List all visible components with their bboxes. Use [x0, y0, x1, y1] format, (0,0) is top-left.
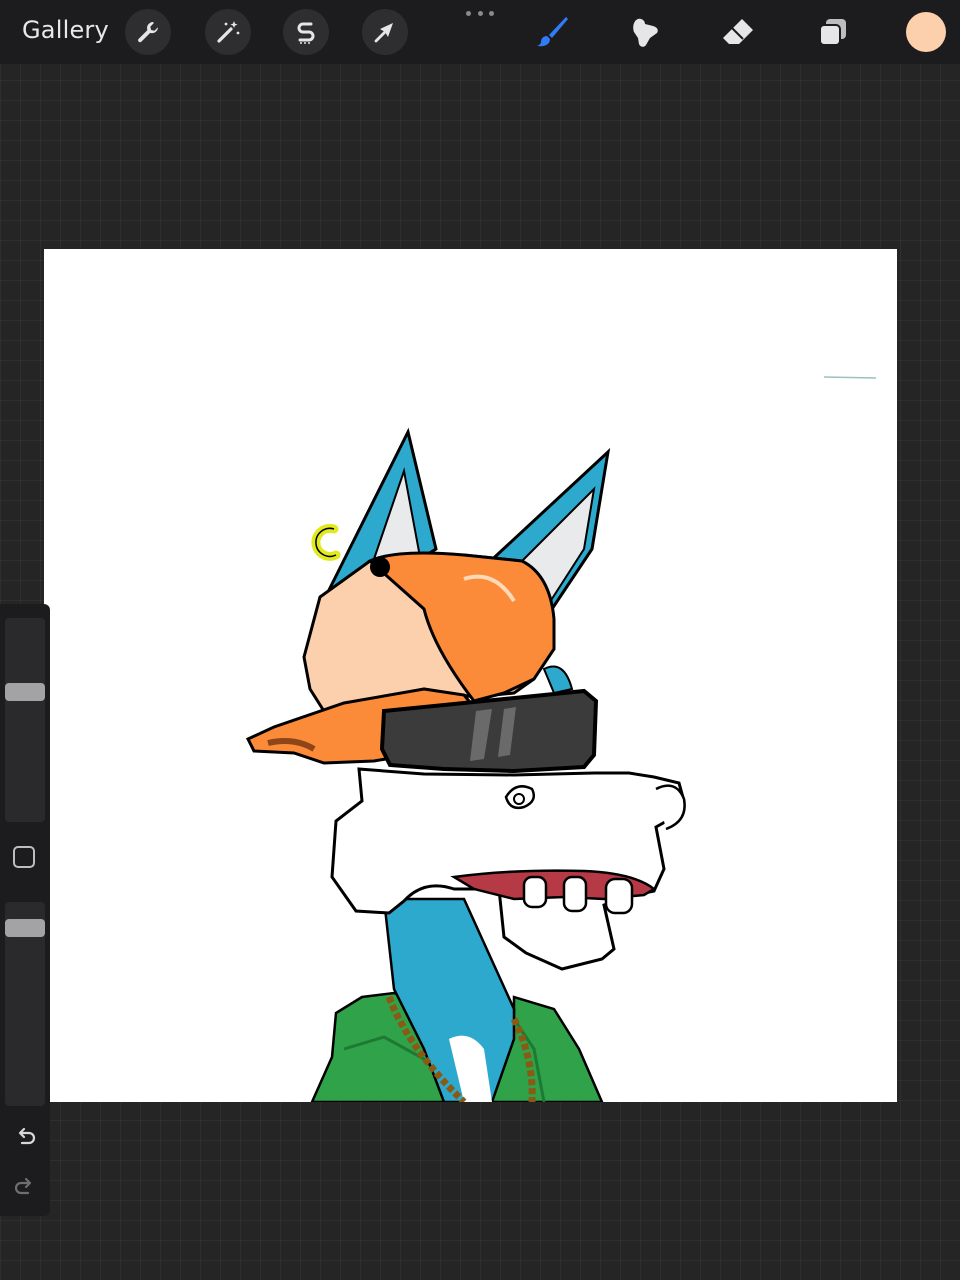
- undo-icon: [18, 1127, 36, 1145]
- smudge-icon: [633, 18, 658, 47]
- more-options-icon[interactable]: [466, 8, 494, 18]
- brush-tool-button[interactable]: [529, 9, 575, 55]
- actions-wrench-button[interactable]: [125, 9, 171, 55]
- brush-size-handle[interactable]: [5, 683, 45, 702]
- brush-opacity-handle[interactable]: [5, 918, 45, 937]
- transform-arrow-icon: [374, 23, 393, 43]
- gallery-button[interactable]: Gallery: [22, 16, 109, 44]
- brush-icon: [537, 17, 568, 47]
- modify-square-icon[interactable]: [13, 846, 35, 868]
- left-sidebar: [0, 604, 50, 1216]
- undo-button[interactable]: [10, 1122, 40, 1152]
- color-swatch-button[interactable]: [906, 12, 946, 52]
- selection-button[interactable]: [283, 9, 329, 55]
- wrench-icon: [138, 22, 158, 43]
- redo-button[interactable]: [10, 1172, 40, 1202]
- top-toolbar: Gallery: [0, 0, 960, 64]
- magic-wand-icon: [217, 21, 240, 43]
- transform-button[interactable]: [362, 9, 408, 55]
- layers-button[interactable]: [809, 9, 855, 55]
- selection-s-icon: [297, 22, 315, 44]
- redo-icon: [14, 1177, 32, 1195]
- layers-icon: [819, 19, 846, 46]
- eraser-icon: [723, 19, 753, 44]
- drawing-canvas[interactable]: [44, 249, 897, 1102]
- smudge-tool-button[interactable]: [622, 9, 668, 55]
- artwork-illustration: [245, 376, 877, 1102]
- eraser-tool-button[interactable]: [715, 9, 761, 55]
- adjustments-wand-button[interactable]: [205, 9, 251, 55]
- brush-size-slider[interactable]: [5, 618, 45, 822]
